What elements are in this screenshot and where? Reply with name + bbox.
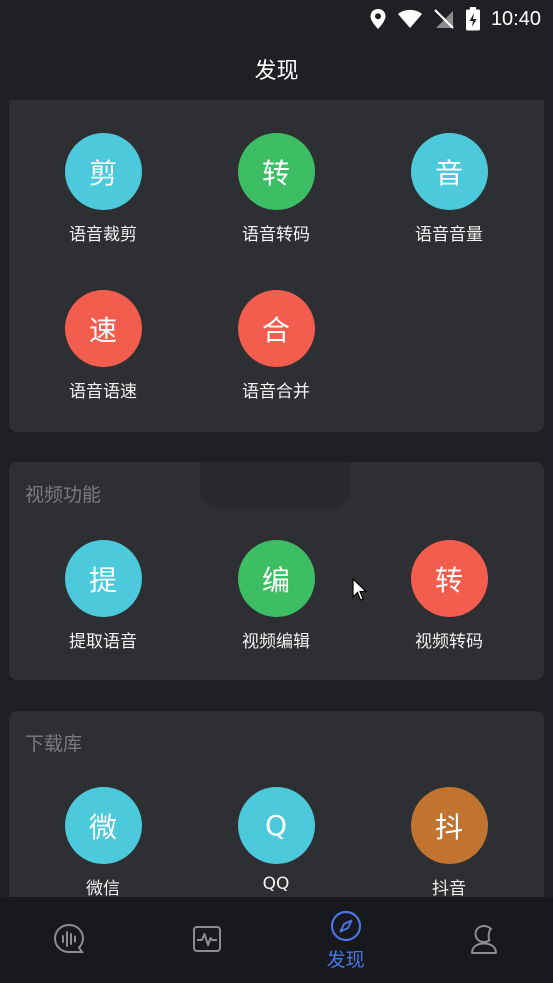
tab-label: 发现	[326, 948, 365, 971]
tool-label: 语音合并	[242, 382, 310, 402]
video-convert-icon: 转	[410, 540, 488, 617]
discover-content[interactable]: 剪 语音裁剪 转 语音转码 音 语音音量 速 语音语速 合 语音合并 视频功能 …	[0, 100, 553, 897]
qq-icon: Q	[237, 787, 315, 864]
tool-label: 语音裁剪	[69, 225, 137, 245]
tool-audio-cut[interactable]: 剪 语音裁剪	[28, 133, 178, 245]
battery-charging-icon	[465, 7, 480, 31]
voice-bubble-icon	[54, 923, 85, 953]
tool-wechat[interactable]: 微 微信	[28, 787, 178, 897]
status-bar: 10:40	[0, 0, 553, 38]
status-time: 10:40	[490, 7, 541, 30]
tool-label: 语音音量	[415, 225, 483, 245]
tab-profile[interactable]	[415, 897, 553, 983]
section-divider-notch	[200, 462, 350, 508]
page-header: 发现	[0, 38, 553, 100]
tool-audio-volume[interactable]: 音 语音音量	[374, 133, 524, 245]
section-title-download: 下载库	[25, 733, 83, 755]
tool-douyin[interactable]: 抖 抖音	[374, 787, 524, 897]
extract-audio-icon: 提	[64, 540, 142, 617]
tool-audio-speed[interactable]: 速 语音语速	[28, 290, 178, 402]
douyin-icon: 抖	[410, 787, 488, 864]
tool-video-convert[interactable]: 转 视频转码	[374, 540, 524, 652]
audio-convert-icon: 转	[237, 133, 315, 210]
wifi-icon	[397, 9, 422, 28]
audio-tools-card: 剪 语音裁剪 转 语音转码 音 语音音量 速 语音语速 合 语音合并	[9, 100, 544, 432]
tool-label: 语音语速	[69, 382, 137, 402]
status-icons: 10:40	[369, 6, 541, 32]
tab-activity[interactable]	[138, 897, 276, 983]
bottom-tab-bar: 发现	[0, 897, 553, 983]
tool-label: QQ	[262, 874, 290, 894]
location-icon	[370, 9, 386, 29]
tab-discover[interactable]: 发现	[277, 897, 415, 983]
tool-audio-merge[interactable]: 合 语音合并	[201, 290, 351, 402]
compass-icon	[330, 910, 361, 941]
tool-qq[interactable]: Q QQ	[201, 787, 351, 894]
activity-icon	[193, 926, 222, 952]
audio-merge-icon: 合	[237, 290, 315, 367]
tool-label: 提取语音	[69, 632, 137, 652]
tool-video-edit[interactable]: 编 视频编辑	[201, 540, 351, 652]
tool-label: 抖音	[432, 879, 466, 897]
tool-audio-convert[interactable]: 转 语音转码	[201, 133, 351, 245]
audio-cut-icon: 剪	[64, 133, 142, 210]
tool-label: 视频编辑	[242, 632, 310, 652]
user-icon	[470, 924, 497, 954]
audio-volume-icon: 音	[410, 133, 488, 210]
download-card: 下载库 微 微信 Q QQ 抖 抖音	[9, 711, 544, 897]
tool-label: 语音转码	[242, 225, 310, 245]
tab-voice[interactable]	[0, 897, 138, 983]
tool-extract-audio[interactable]: 提 提取语音	[28, 540, 178, 652]
page-title: 发现	[254, 59, 299, 84]
audio-speed-icon: 速	[64, 290, 142, 367]
section-title-video: 视频功能	[25, 484, 102, 506]
tool-label: 微信	[86, 879, 120, 897]
wechat-icon: 微	[64, 787, 142, 864]
video-edit-icon: 编	[237, 540, 315, 617]
no-signal-icon	[434, 9, 454, 29]
tool-label: 视频转码	[415, 632, 483, 652]
mouse-cursor-icon	[352, 578, 368, 601]
